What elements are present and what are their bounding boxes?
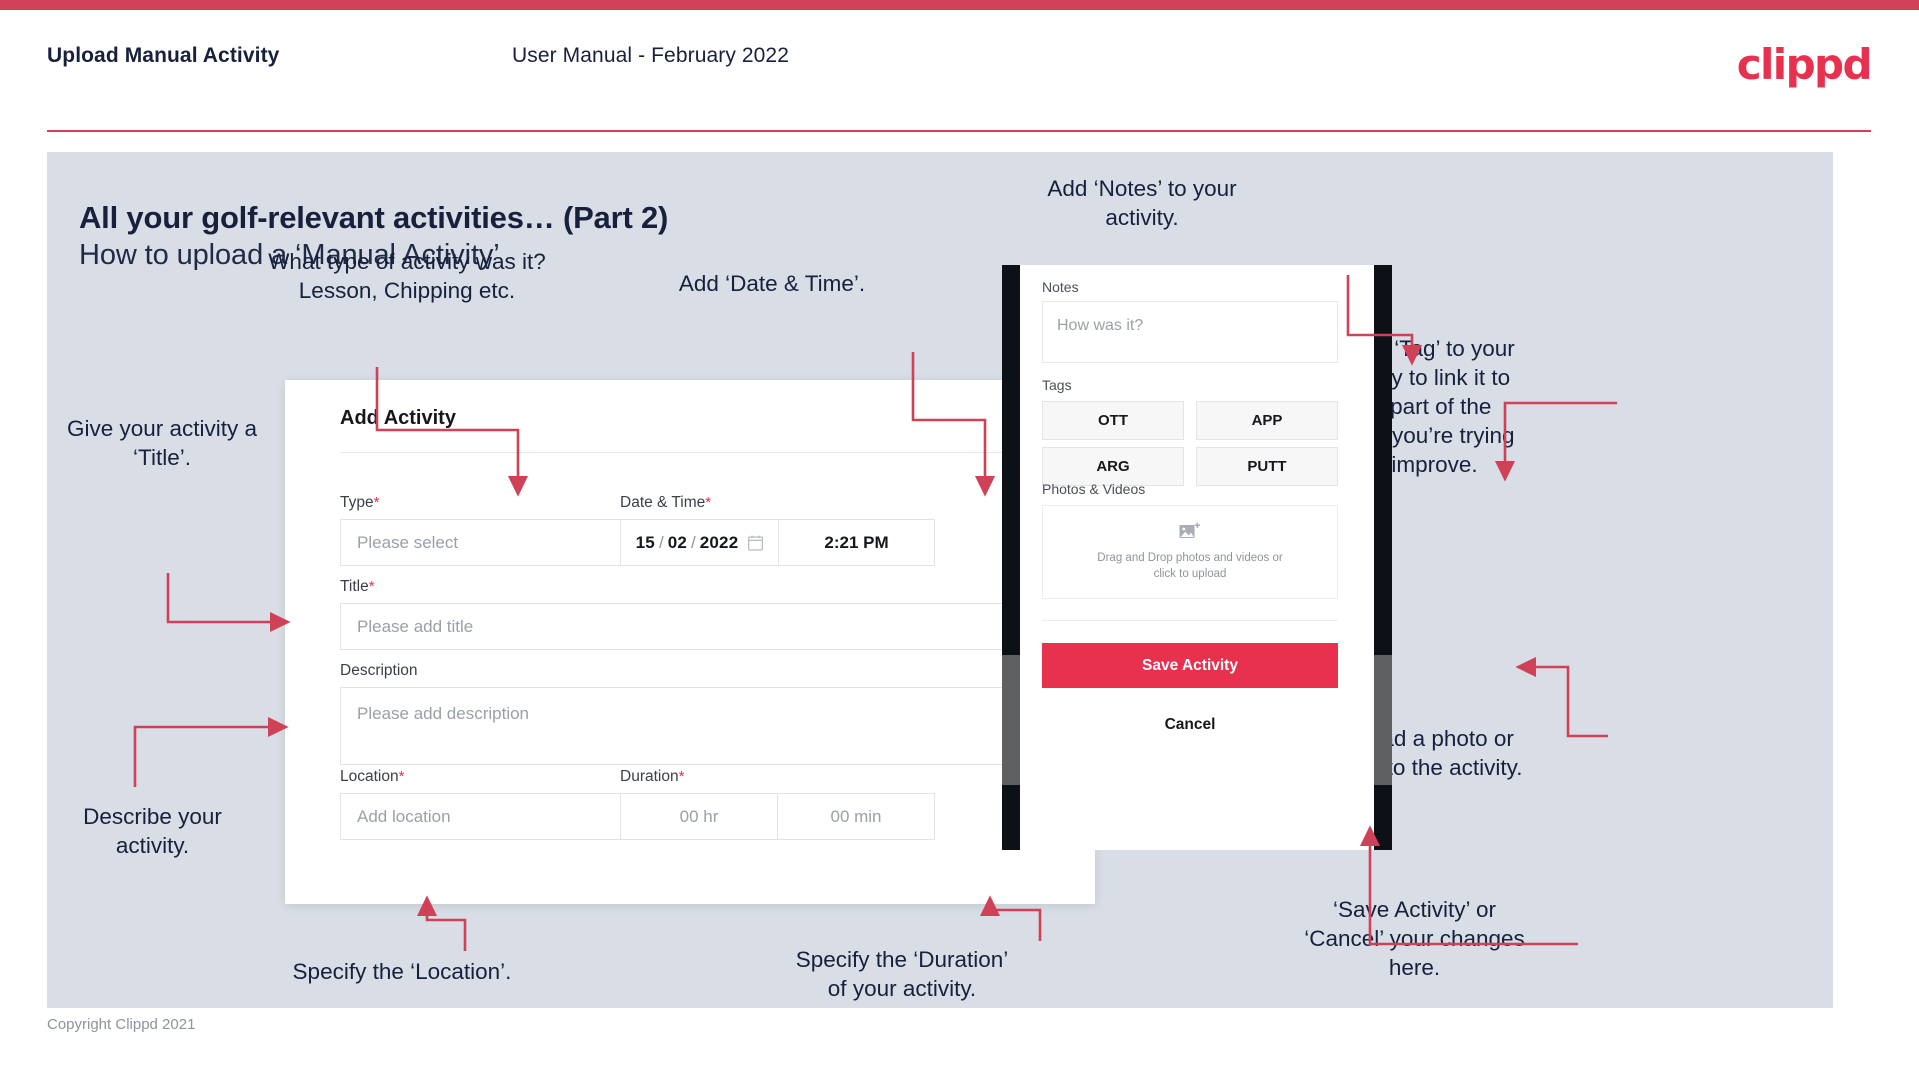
phone-screen: Notes How was it? Tags OTT APP ARG PUTT … — [1020, 265, 1374, 850]
top-accent-bar — [0, 0, 1919, 10]
type-select-value: Please select — [357, 532, 459, 552]
phone-left-rail-bottom — [1002, 785, 1020, 850]
annotation-title: Give your activity a ‘Title’. — [66, 416, 258, 470]
tag-button-putt[interactable]: PUTT — [1196, 447, 1338, 486]
annotation-save-cancel: ‘Save Activity’ or ‘Cancel’ your changes… — [1304, 897, 1525, 980]
type-label-text: Type — [340, 494, 374, 511]
notes-textarea[interactable]: How was it? — [1042, 301, 1338, 363]
required-marker: * — [368, 578, 375, 595]
title-label-text: Title — [340, 578, 369, 595]
duration-field[interactable]: 00 hr 00 min — [620, 793, 935, 840]
duration-minutes-input[interactable]: 00 min — [778, 794, 934, 839]
slide-canvas: All your golf-relevant activities… (Part… — [47, 152, 1833, 1008]
phone-right-rail-mid — [1374, 655, 1392, 785]
date-time-label-text: Date & Time — [620, 494, 706, 511]
phone-mockup: Notes How was it? Tags OTT APP ARG PUTT … — [1002, 265, 1392, 850]
phone-right-rail-bottom — [1374, 785, 1392, 850]
notes-label: Notes — [1042, 279, 1079, 295]
time-input[interactable]: 2:21 PM — [779, 520, 934, 565]
annotation-date-time: Add ‘Date & Time’. — [678, 271, 866, 296]
slide-heading: All your golf-relevant activities… (Part… — [79, 200, 669, 235]
duration-label-text: Duration — [620, 768, 679, 785]
add-image-icon — [1179, 522, 1201, 538]
annotation-type: What type of activity was it? Lesson, Ch… — [268, 249, 546, 303]
upload-instructions: Drag and Drop photos and videos or click… — [1097, 552, 1283, 580]
photos-videos-label: Photos & Videos — [1042, 481, 1146, 497]
required-marker: * — [678, 768, 685, 785]
date-time-label: Date & Time* — [620, 494, 711, 512]
annotation-notes: Add ‘Notes’ to your activity. — [1047, 176, 1237, 230]
required-marker: * — [398, 768, 405, 785]
title-input[interactable]: Please add title — [340, 603, 1040, 650]
phone-divider — [1042, 620, 1338, 621]
footer-copyright: Copyright Clippd 2021 — [47, 1016, 196, 1033]
location-label: Location* — [340, 768, 404, 786]
description-textarea[interactable]: Please add description — [340, 687, 1040, 765]
date-time-field[interactable]: 15 / 02 / 2022 2:21 PM — [620, 519, 935, 566]
dialog-title: Add Activity — [340, 407, 456, 429]
date-input[interactable]: 15 / 02 / 2022 — [621, 520, 778, 565]
page-header: Upload Manual Activity User Manual - Feb… — [0, 10, 1919, 132]
required-marker: * — [705, 494, 712, 511]
header-divider — [47, 130, 1871, 132]
tag-button-app[interactable]: APP — [1196, 401, 1338, 440]
date-month: 02 — [667, 532, 687, 552]
page-subtitle: User Manual - February 2022 — [512, 44, 789, 67]
required-marker: * — [373, 494, 380, 511]
tags-label: Tags — [1042, 377, 1072, 393]
annotation-duration: Specify the ‘Duration’ of your activity. — [795, 947, 1009, 1001]
calendar-icon[interactable] — [748, 535, 764, 551]
annotation-describe: Describe your activity. — [83, 804, 222, 858]
cancel-button[interactable]: Cancel — [1042, 710, 1338, 740]
tag-button-ott[interactable]: OTT — [1042, 401, 1184, 440]
location-input-placeholder: Add location — [357, 806, 451, 826]
description-placeholder: Please add description — [357, 704, 530, 723]
description-label-text: Description — [340, 662, 418, 679]
title-label: Title* — [340, 578, 375, 596]
description-label: Description — [340, 662, 418, 680]
duration-hours-input[interactable]: 00 hr — [621, 794, 777, 839]
type-label: Type* — [340, 494, 379, 512]
add-activity-dialog: Add Activity ✕ Type* Please select Date … — [285, 380, 1095, 904]
title-input-placeholder: Please add title — [357, 616, 474, 636]
notes-placeholder: How was it? — [1057, 317, 1144, 334]
annotation-location: Specify the ‘Location’. — [292, 959, 512, 984]
phone-right-rail-top — [1374, 265, 1392, 655]
clippd-logo: clippd — [1736, 40, 1873, 89]
date-year: 2022 — [699, 532, 739, 552]
date-separator: / — [691, 532, 696, 552]
location-label-text: Location — [340, 768, 399, 785]
date-day: 15 — [635, 532, 655, 552]
date-separator: / — [658, 532, 664, 552]
photo-upload-dropzone[interactable]: Drag and Drop photos and videos or click… — [1042, 505, 1338, 599]
page-title: Upload Manual Activity — [47, 44, 280, 67]
save-activity-button[interactable]: Save Activity — [1042, 643, 1338, 688]
duration-label: Duration* — [620, 768, 684, 786]
dialog-divider — [340, 452, 1040, 453]
phone-left-rail-top — [1002, 265, 1020, 655]
phone-left-rail-mid — [1002, 655, 1020, 785]
